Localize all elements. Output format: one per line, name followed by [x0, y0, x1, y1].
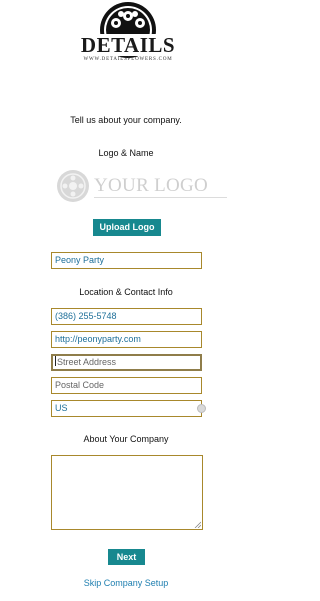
intro-text: Tell us about your company.	[70, 115, 182, 125]
dropdown-handle-icon[interactable]	[197, 404, 206, 413]
divider	[94, 197, 227, 198]
upload-logo-button[interactable]: Upload Logo	[93, 219, 161, 236]
resize-grip-icon[interactable]	[194, 521, 201, 528]
street-address-placeholder: Street Address	[57, 357, 117, 367]
brand-name: DETAILS	[80, 33, 176, 57]
brand-logo: DETAILS WWW.DETAILSFLOWERS.COM	[80, 1, 176, 69]
placeholder-logo-icon	[57, 170, 89, 202]
brand-url: WWW.DETAILSFLOWERS.COM	[83, 57, 173, 62]
placeholder-logo-text: YOUR LOGO	[94, 175, 209, 196]
country-select[interactable]: US	[51, 400, 206, 417]
skip-setup-link[interactable]: Skip Company Setup	[0, 578, 252, 588]
text-caret	[55, 356, 56, 366]
about-company-textarea[interactable]	[51, 455, 203, 530]
country-select-value: US	[55, 403, 68, 413]
next-button[interactable]: Next	[108, 549, 145, 565]
about-section-heading: About Your Company	[83, 434, 169, 444]
phone-field[interactable]: (386) 255-5748	[51, 308, 202, 325]
contact-section-heading: Location & Contact Info	[79, 287, 173, 297]
street-address-field[interactable]: Street Address	[51, 354, 202, 371]
postal-code-field[interactable]: Postal Code	[51, 377, 202, 394]
placeholder-logo: YOUR LOGO	[57, 170, 232, 204]
website-field[interactable]: http://peonyparty.com	[51, 331, 202, 348]
logo-section-heading: Logo & Name	[98, 148, 154, 158]
company-name-field[interactable]: Peony Party	[51, 252, 202, 269]
